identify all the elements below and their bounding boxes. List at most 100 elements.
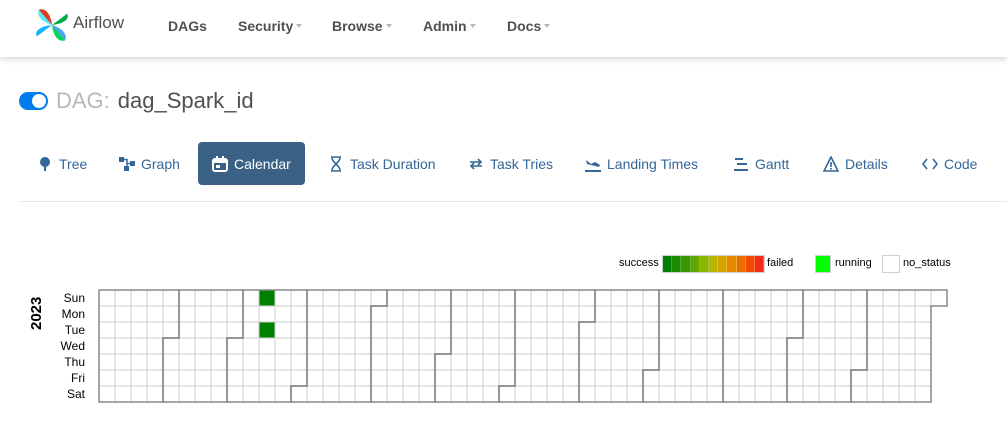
calendar-day-cell[interactable] (338, 337, 356, 355)
calendar-day-cell[interactable] (722, 305, 740, 323)
calendar-day-cell[interactable] (546, 369, 564, 387)
calendar-day-cell[interactable] (386, 385, 404, 403)
calendar-day-cell[interactable] (802, 289, 820, 307)
calendar-day-cell[interactable] (770, 305, 788, 323)
calendar-day-cell[interactable] (338, 369, 356, 387)
calendar-day-cell[interactable] (114, 289, 132, 307)
calendar-day-cell[interactable] (354, 321, 372, 339)
calendar-day-cell[interactable] (498, 353, 516, 371)
calendar-day-cell[interactable] (226, 369, 244, 387)
calendar-day-cell[interactable] (530, 321, 548, 339)
calendar-day-cell[interactable] (834, 289, 852, 307)
calendar-day-cell[interactable] (322, 385, 340, 403)
calendar-day-cell[interactable] (130, 337, 148, 355)
calendar-day-cell[interactable] (306, 353, 324, 371)
calendar-day-cell[interactable] (786, 289, 804, 307)
calendar-day-cell[interactable] (354, 353, 372, 371)
calendar-day-cell[interactable] (258, 337, 276, 355)
calendar-day-cell[interactable] (258, 353, 276, 371)
calendar-day-cell[interactable] (162, 337, 180, 355)
calendar-day-cell[interactable] (802, 369, 820, 387)
nav-admin[interactable]: Admin (423, 18, 476, 34)
calendar-day-cell[interactable] (770, 385, 788, 403)
calendar-day-cell[interactable] (770, 289, 788, 307)
calendar-day-cell[interactable] (194, 321, 212, 339)
calendar-day-cell[interactable] (642, 353, 660, 371)
calendar-day-cell[interactable] (130, 369, 148, 387)
calendar-day-cell[interactable] (594, 385, 612, 403)
calendar-day-cell[interactable] (866, 305, 884, 323)
calendar-day-cell[interactable] (162, 289, 180, 307)
calendar-day-cell[interactable] (450, 289, 468, 307)
calendar-day-cell[interactable] (482, 385, 500, 403)
calendar-day-cell[interactable] (642, 289, 660, 307)
calendar-day-cell[interactable] (370, 289, 388, 307)
calendar-day-cell[interactable] (786, 337, 804, 355)
calendar-day-cell[interactable] (658, 321, 676, 339)
calendar-day-cell[interactable] (738, 385, 756, 403)
calendar-day-cell[interactable] (98, 385, 116, 403)
calendar-day-cell[interactable] (770, 321, 788, 339)
calendar-day-cell[interactable] (626, 353, 644, 371)
calendar-day-cell[interactable] (322, 289, 340, 307)
calendar-day-cell[interactable] (498, 337, 516, 355)
calendar-day-cell[interactable] (642, 337, 660, 355)
calendar-day-cell[interactable] (914, 385, 932, 403)
calendar-day-cell[interactable] (562, 305, 580, 323)
calendar-day-cell[interactable] (178, 305, 196, 323)
calendar-day-cell[interactable] (690, 289, 708, 307)
calendar-day-cell[interactable] (722, 337, 740, 355)
calendar-day-cell[interactable] (594, 337, 612, 355)
calendar-day-cell[interactable] (594, 289, 612, 307)
calendar-day-cell[interactable] (610, 369, 628, 387)
calendar-day-cell[interactable] (274, 369, 292, 387)
calendar-day-cell[interactable] (898, 369, 916, 387)
calendar-day-cell[interactable] (882, 353, 900, 371)
calendar-day-cell[interactable] (578, 369, 596, 387)
calendar-day-cell[interactable] (434, 305, 452, 323)
calendar-day-cell[interactable] (418, 369, 436, 387)
calendar-day-cell[interactable] (658, 337, 676, 355)
calendar-day-cell[interactable] (674, 369, 692, 387)
calendar-day-cell[interactable] (210, 305, 228, 323)
calendar-day-cell[interactable] (242, 289, 260, 307)
calendar-day-cell[interactable] (818, 289, 836, 307)
calendar-day-cell[interactable] (898, 305, 916, 323)
calendar-day-cell[interactable] (258, 369, 276, 387)
calendar-day-cell[interactable] (98, 369, 116, 387)
calendar-day-cell[interactable] (226, 321, 244, 339)
calendar-day-cell[interactable] (818, 337, 836, 355)
calendar-day-cell[interactable] (722, 369, 740, 387)
calendar-day-cell[interactable] (274, 385, 292, 403)
calendar-day-cell[interactable] (850, 369, 868, 387)
calendar-day-cell[interactable] (402, 353, 420, 371)
calendar-day-cell[interactable] (146, 289, 164, 307)
calendar-day-cell[interactable] (658, 353, 676, 371)
calendar-day-cell[interactable] (162, 353, 180, 371)
calendar-day-cell[interactable] (354, 289, 372, 307)
nav-browse[interactable]: Browse (332, 18, 392, 34)
calendar-day-cell[interactable] (786, 353, 804, 371)
calendar-day-cell[interactable] (770, 353, 788, 371)
calendar-day-cell[interactable] (626, 369, 644, 387)
calendar-day-cell[interactable] (610, 353, 628, 371)
calendar-day-cell[interactable] (866, 385, 884, 403)
calendar-day-cell[interactable] (130, 353, 148, 371)
calendar-day-cell[interactable] (434, 369, 452, 387)
calendar-day-cell[interactable] (738, 289, 756, 307)
calendar-day-cell[interactable] (210, 321, 228, 339)
calendar-day-cell[interactable] (98, 337, 116, 355)
calendar-day-cell[interactable] (658, 305, 676, 323)
calendar-day-cell[interactable] (450, 337, 468, 355)
calendar-day-cell[interactable] (338, 385, 356, 403)
calendar-day-cell[interactable] (162, 369, 180, 387)
calendar-day-cell[interactable] (882, 337, 900, 355)
calendar-day-cell[interactable] (850, 337, 868, 355)
calendar-day-cell[interactable] (450, 385, 468, 403)
calendar-day-cell[interactable] (306, 321, 324, 339)
calendar-day-cell[interactable] (914, 289, 932, 307)
calendar-day-cell[interactable] (610, 337, 628, 355)
calendar-day-cell[interactable] (706, 321, 724, 339)
calendar-day-cell[interactable] (914, 337, 932, 355)
calendar-day-cell[interactable] (370, 369, 388, 387)
